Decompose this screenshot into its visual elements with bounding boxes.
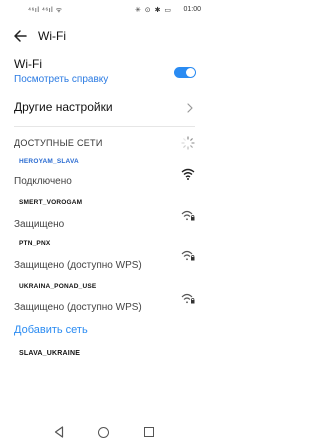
nav-recent-apps-icon[interactable] [144,427,154,437]
wifi-lock-icon [181,250,195,261]
wifi-lock-icon [181,210,195,221]
header: Wi-Fi [0,20,209,52]
network-ssid: UKRAINA_PONAD_USE [19,283,97,290]
wifi-toggle[interactable] [174,67,196,78]
network-ssid: PTN_PNX [19,240,51,247]
network-item-ukraina-ponad-use[interactable]: UKRAINA_PONAD_USE Защищено (доступно WPS… [0,280,209,316]
network-status: Защищено (доступно WPS) [14,260,142,271]
network-item-heroyam-slava[interactable]: HEROYAM_SLAVA Подключено [0,155,209,189]
chevron-right-icon [187,103,193,113]
network-status: Подключено [14,176,72,187]
network-status: Защищено (доступно WPS) [14,302,142,313]
divider [14,126,195,127]
other-settings-label: Другие настройки [14,100,113,114]
network-item-smert-vorogam[interactable]: SMERT_VOROGAM Защищено [0,196,209,230]
loading-spinner-icon [181,136,195,150]
nav-back-icon[interactable] [54,426,64,438]
clock: 01:00 [183,6,201,13]
network-ssid: SMERT_VOROGAM [19,199,83,206]
status-bar: ⁴⁶ıl ⁴⁶ıl ᯤ ✳ ⊙ ✱ ▭ 01:00 [0,0,209,20]
toggle-knob [186,68,195,77]
page-title: Wi-Fi [38,29,66,43]
signal-indicators: ⁴⁶ıl ⁴⁶ıl ᯤ [28,7,63,14]
wifi-signal-icon [181,168,195,180]
other-settings-row[interactable]: Другие настройки [0,95,209,121]
saved-network-item[interactable]: SLAVA_UKRAINE [19,350,80,357]
network-ssid: HEROYAM_SLAVA [19,158,79,165]
arrow-left-icon[interactable] [12,28,28,44]
section-title: ДОСТУПНЫЕ СЕТИ [14,138,103,148]
nav-home-icon[interactable] [98,427,109,438]
wifi-lock-icon [181,293,195,304]
navigation-bar [0,418,209,448]
available-networks-header: ДОСТУПНЫЕ СЕТИ [0,136,209,152]
network-status: Защищено [14,219,65,230]
wifi-toggle-row[interactable]: Wi-Fi Посмотреть справку [0,55,209,91]
add-network-button[interactable]: Добавить сеть [14,324,88,336]
status-icons: ✳ ⊙ ✱ ▭ [134,7,172,14]
network-item-ptn-pnx[interactable]: PTN_PNX Защищено (доступно WPS) [0,237,209,273]
wifi-label: Wi-Fi [14,57,42,71]
help-link[interactable]: Посмотреть справку [14,74,108,85]
